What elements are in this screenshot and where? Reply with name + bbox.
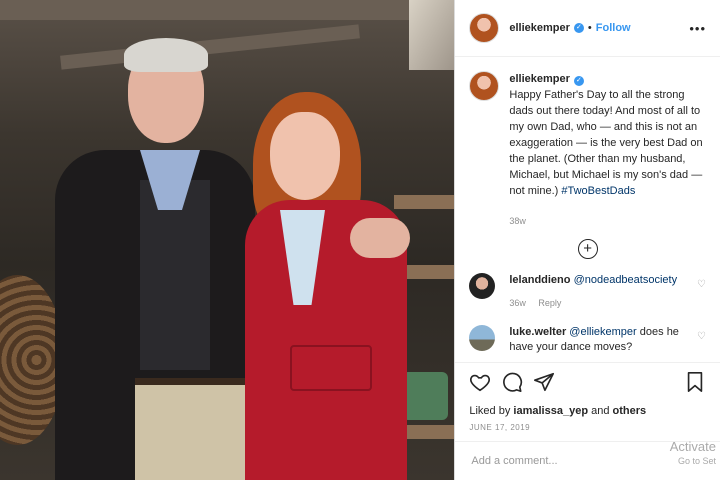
ceiling-beam <box>60 24 360 70</box>
shelf-board <box>394 195 455 209</box>
comment-mention[interactable]: @elliekemper <box>569 326 636 338</box>
likes-prefix: Liked by <box>469 405 511 417</box>
reply-button[interactable]: Reply <box>538 298 561 308</box>
send-icon[interactable] <box>533 371 555 393</box>
green-box <box>402 372 449 420</box>
man-pants <box>135 385 247 480</box>
caption-text: Happy Father's Day to all the strong dad… <box>509 89 703 197</box>
instagram-post: elliekemper ✓ • Follow ••• elliekemper ✓ … <box>0 0 720 480</box>
comment-text[interactable]: @nodeadbeatsociety <box>574 274 678 286</box>
follow-button[interactable]: Follow <box>596 22 631 34</box>
caption-time: 38w <box>509 216 526 226</box>
lamp-light <box>409 0 455 70</box>
ceiling-beam <box>0 0 455 20</box>
avatar[interactable] <box>469 273 496 299</box>
comment-like-heart-icon[interactable]: ♡ <box>697 279 706 290</box>
activation-watermark: Activate Go to Set <box>670 440 716 468</box>
comment-time: 36w <box>509 298 526 308</box>
avatar[interactable] <box>469 71 500 101</box>
comment-username[interactable]: lelanddieno <box>509 274 570 286</box>
load-more-comments-icon[interactable]: + <box>577 239 598 259</box>
comment: lelanddieno @nodeadbeatsociety 36w Reply… <box>455 273 720 311</box>
watermark-line2: Go to Set <box>677 456 716 466</box>
post-date: JUNE 17, 2019 <box>469 423 531 432</box>
comment: luke.welter @elliekemper does he have yo… <box>455 325 720 355</box>
man-hair <box>124 38 208 72</box>
load-more: + <box>455 239 720 259</box>
header-username[interactable]: elliekemper <box>509 22 570 34</box>
likes-user[interactable]: iamalissa_yep <box>513 405 588 417</box>
comments-scroll-area[interactable]: elliekemper ✓ Happy Father's Day to all t… <box>455 57 720 357</box>
post-header: elliekemper ✓ • Follow ••• <box>455 0 720 57</box>
coat-pocket <box>290 345 372 391</box>
action-icons <box>469 371 706 393</box>
comment-body: lelanddieno @nodeadbeatsociety 36w Reply <box>509 273 679 311</box>
comment-body: luke.welter @elliekemper does he have yo… <box>509 325 679 355</box>
caption: elliekemper ✓ Happy Father's Day to all t… <box>455 57 720 229</box>
add-comment-input[interactable] <box>469 454 674 468</box>
post-photo[interactable] <box>0 0 455 480</box>
avatar[interactable] <box>469 13 500 43</box>
caption-body: elliekemper ✓ Happy Father's Day to all t… <box>509 71 706 229</box>
likes-others[interactable]: others <box>613 405 647 417</box>
caption-username[interactable]: elliekemper <box>509 73 570 85</box>
hashtag-link[interactable]: #TwoBestDads <box>561 185 635 197</box>
separator-dot: • <box>587 22 592 34</box>
comment-icon[interactable] <box>501 371 523 393</box>
comment-username[interactable]: luke.welter <box>509 326 566 338</box>
heart-icon[interactable] <box>469 371 491 393</box>
comment-like-heart-icon[interactable]: ♡ <box>697 331 706 342</box>
verified-badge-icon: ✓ <box>573 76 584 86</box>
man-hand <box>350 218 410 258</box>
verified-badge-icon: ✓ <box>573 23 584 33</box>
watermark-line1: Activate <box>669 439 716 454</box>
comment-meta: 36w Reply <box>509 296 679 311</box>
post-sidebar: elliekemper ✓ • Follow ••• elliekemper ✓ … <box>454 0 720 480</box>
woman-face <box>270 112 340 200</box>
bookmark-icon[interactable] <box>684 371 706 393</box>
avatar[interactable] <box>469 325 496 351</box>
likes-conjunction: and <box>591 405 610 417</box>
more-options-icon[interactable]: ••• <box>689 21 706 36</box>
post-actions: Liked by iamalissa_yep and others JUNE 1… <box>455 362 720 432</box>
likes-summary: Liked by iamalissa_yep and others <box>469 405 706 417</box>
